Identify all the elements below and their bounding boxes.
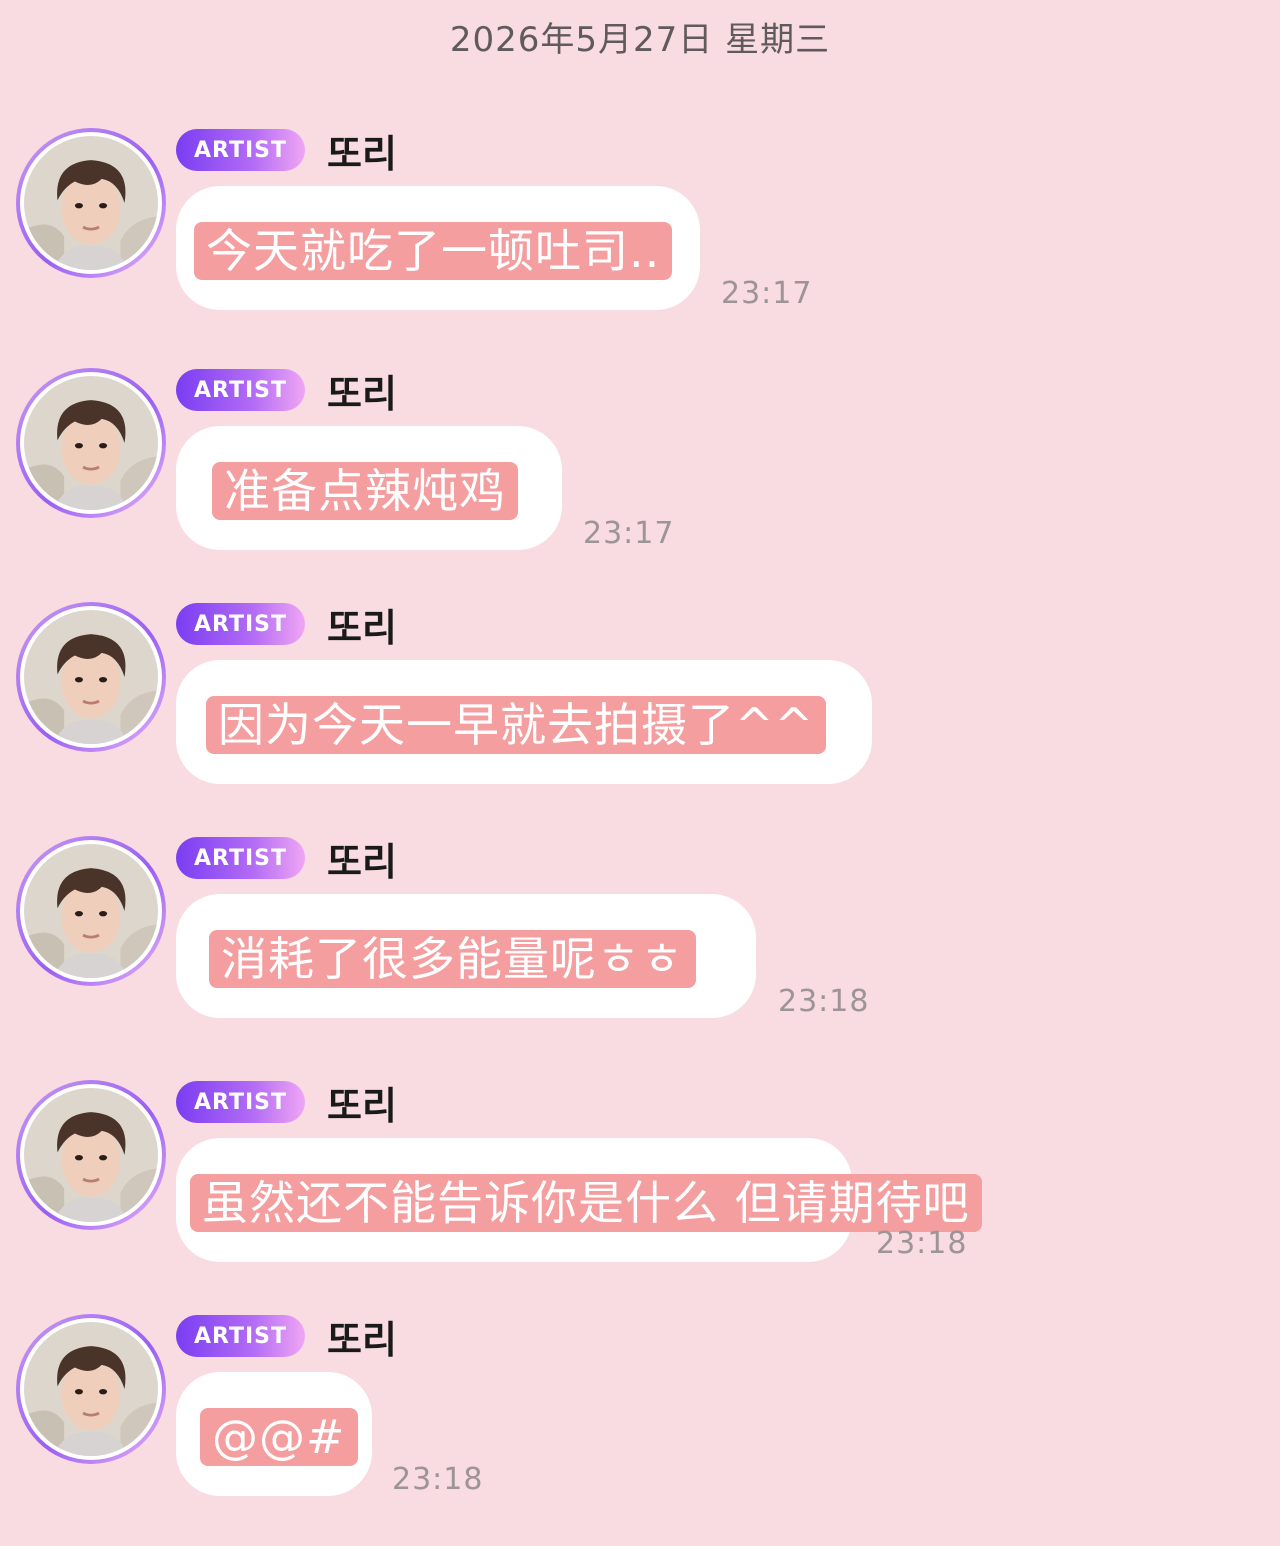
- message-text: 准备点辣炖鸡: [212, 462, 518, 520]
- sender-row: ARTIST 또리: [176, 1314, 397, 1362]
- sender-row: ARTIST 또리: [176, 602, 397, 650]
- message-item: ARTIST 또리 @@# 23:18: [0, 1314, 1280, 1514]
- message-item: ARTIST 또리 虽然还不能告诉你是什么 但请期待吧 23:18: [0, 1080, 1280, 1280]
- avatar-photo: [24, 1088, 158, 1222]
- avatar-photo: [24, 136, 158, 270]
- sender-row: ARTIST 또리: [176, 1080, 397, 1128]
- avatar[interactable]: [16, 368, 166, 518]
- sender-name: 또리: [327, 605, 397, 650]
- sender-name: 또리: [327, 131, 397, 176]
- date-header: 2026年5月27日 星期三: [449, 20, 831, 60]
- sender-name: 또리: [327, 839, 397, 884]
- avatar[interactable]: [16, 602, 166, 752]
- message-time: 23:17: [721, 276, 813, 311]
- avatar[interactable]: [16, 1314, 166, 1464]
- avatar[interactable]: [16, 128, 166, 278]
- message-item: ARTIST 또리 准备点辣炖鸡 23:17: [0, 368, 1280, 568]
- artist-badge: ARTIST: [176, 1315, 306, 1357]
- sender-name: 또리: [327, 371, 397, 416]
- sender-row: ARTIST 또리: [176, 128, 397, 176]
- message-item: ARTIST 또리 因为今天一早就去拍摄了^^: [0, 602, 1280, 802]
- sender-name: 또리: [327, 1317, 397, 1362]
- message-time: 23:18: [876, 1226, 968, 1261]
- message-time: 23:18: [392, 1462, 484, 1497]
- message-item: ARTIST 또리 今天就吃了一顿吐司.. 23:17: [0, 128, 1280, 328]
- avatar-photo: [24, 844, 158, 978]
- message-text: 因为今天一早就去拍摄了^^: [206, 696, 827, 754]
- sender-name: 또리: [327, 1083, 397, 1128]
- sender-row: ARTIST 또리: [176, 836, 397, 884]
- message-text: 今天就吃了一顿吐司..: [194, 222, 673, 280]
- artist-badge: ARTIST: [176, 603, 306, 645]
- avatar-photo: [24, 610, 158, 744]
- avatar[interactable]: [16, 1080, 166, 1230]
- message-item: ARTIST 또리 消耗了很多能量呢ㅎㅎ 23:18: [0, 836, 1280, 1036]
- message-text: 消耗了很多能量呢ㅎㅎ: [209, 930, 696, 988]
- artist-badge: ARTIST: [176, 369, 306, 411]
- message-text: 虽然还不能告诉你是什么 但请期待吧: [190, 1174, 982, 1232]
- avatar-photo: [24, 376, 158, 510]
- message-time: 23:18: [778, 984, 870, 1019]
- artist-badge: ARTIST: [176, 837, 306, 879]
- sender-row: ARTIST 또리: [176, 368, 397, 416]
- artist-badge: ARTIST: [176, 1081, 306, 1123]
- message-time: 23:17: [583, 516, 675, 551]
- message-text: @@#: [200, 1408, 358, 1466]
- artist-badge: ARTIST: [176, 129, 306, 171]
- avatar[interactable]: [16, 836, 166, 986]
- avatar-photo: [24, 1322, 158, 1456]
